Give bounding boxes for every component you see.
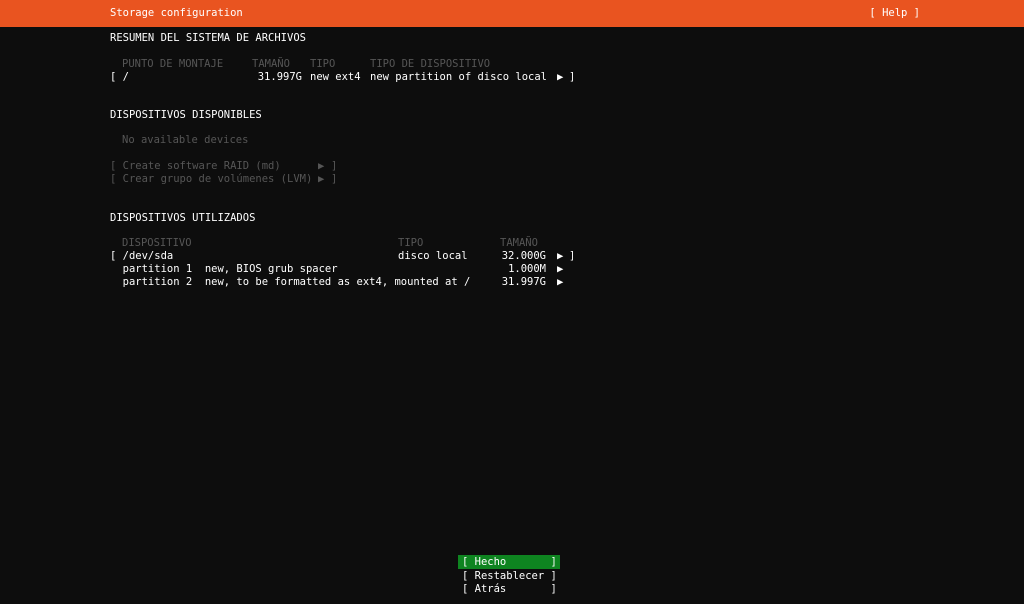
create-lvm-close-bracket: ] (331, 173, 337, 186)
fs-row-device-type: new partition of disco local (370, 71, 547, 84)
used-row-close-bracket: ] (569, 250, 575, 263)
fs-row-type: new ext4 (310, 71, 361, 84)
fs-row-size: 31.997G (240, 71, 302, 84)
expand-arrow-icon: ▶ (557, 71, 563, 84)
used-devices-heading: DISPOSITIVOS UTILIZADOS (110, 212, 255, 225)
used-col-type: TIPO (398, 237, 423, 250)
screen-title: Storage configuration (110, 7, 243, 20)
fs-col-mount-point: PUNTO DE MONTAJE (122, 58, 223, 71)
done-button[interactable]: [ Hecho ] (458, 555, 560, 569)
help-button[interactable]: [ Help ] (869, 7, 920, 20)
create-raid-close-bracket: ] (331, 160, 337, 173)
reset-button[interactable]: [ Restablecer ] (458, 569, 560, 583)
used-row-size: 1.000M (470, 263, 546, 276)
storage-configuration-screen: Storage configuration [ Help ] RESUMEN D… (0, 0, 1024, 604)
used-row-device: partition 1 new, BIOS grub spacer (110, 263, 338, 276)
create-lvm-label: [ Crear grupo de volúmenes (LVM) (110, 173, 312, 186)
available-devices-heading: DISPOSITIVOS DISPONIBLES (110, 109, 262, 122)
fs-row-mount: [ / (110, 71, 129, 84)
expand-arrow-icon: ▶ (557, 263, 563, 276)
fs-col-device-type: TIPO DE DISPOSITIVO (370, 58, 490, 71)
back-button[interactable]: [ Atrás ] (458, 582, 560, 596)
no-available-devices-text: No available devices (122, 134, 248, 147)
expand-arrow-icon: ▶ (557, 276, 563, 289)
used-row-device: [ /dev/sda (110, 250, 173, 263)
used-row-device: partition 2 new, to be formatted as ext4… (110, 276, 470, 289)
expand-arrow-icon: ▶ (318, 173, 324, 186)
used-col-size: TAMAÑO (500, 237, 538, 250)
fs-col-size: TAMAÑO (252, 58, 290, 71)
create-raid-label: [ Create software RAID (md) (110, 160, 281, 173)
fs-row-close-bracket: ] (569, 71, 575, 84)
used-row-type: disco local (398, 250, 468, 263)
used-row-size: 31.997G (470, 276, 546, 289)
used-col-device: DISPOSITIVO (122, 237, 192, 250)
used-row-size: 32.000G (470, 250, 546, 263)
fs-col-type: TIPO (310, 58, 335, 71)
title-bar: Storage configuration [ Help ] (0, 0, 1024, 27)
expand-arrow-icon: ▶ (557, 250, 563, 263)
expand-arrow-icon: ▶ (318, 160, 324, 173)
filesystem-summary-heading: RESUMEN DEL SISTEMA DE ARCHIVOS (110, 32, 306, 45)
